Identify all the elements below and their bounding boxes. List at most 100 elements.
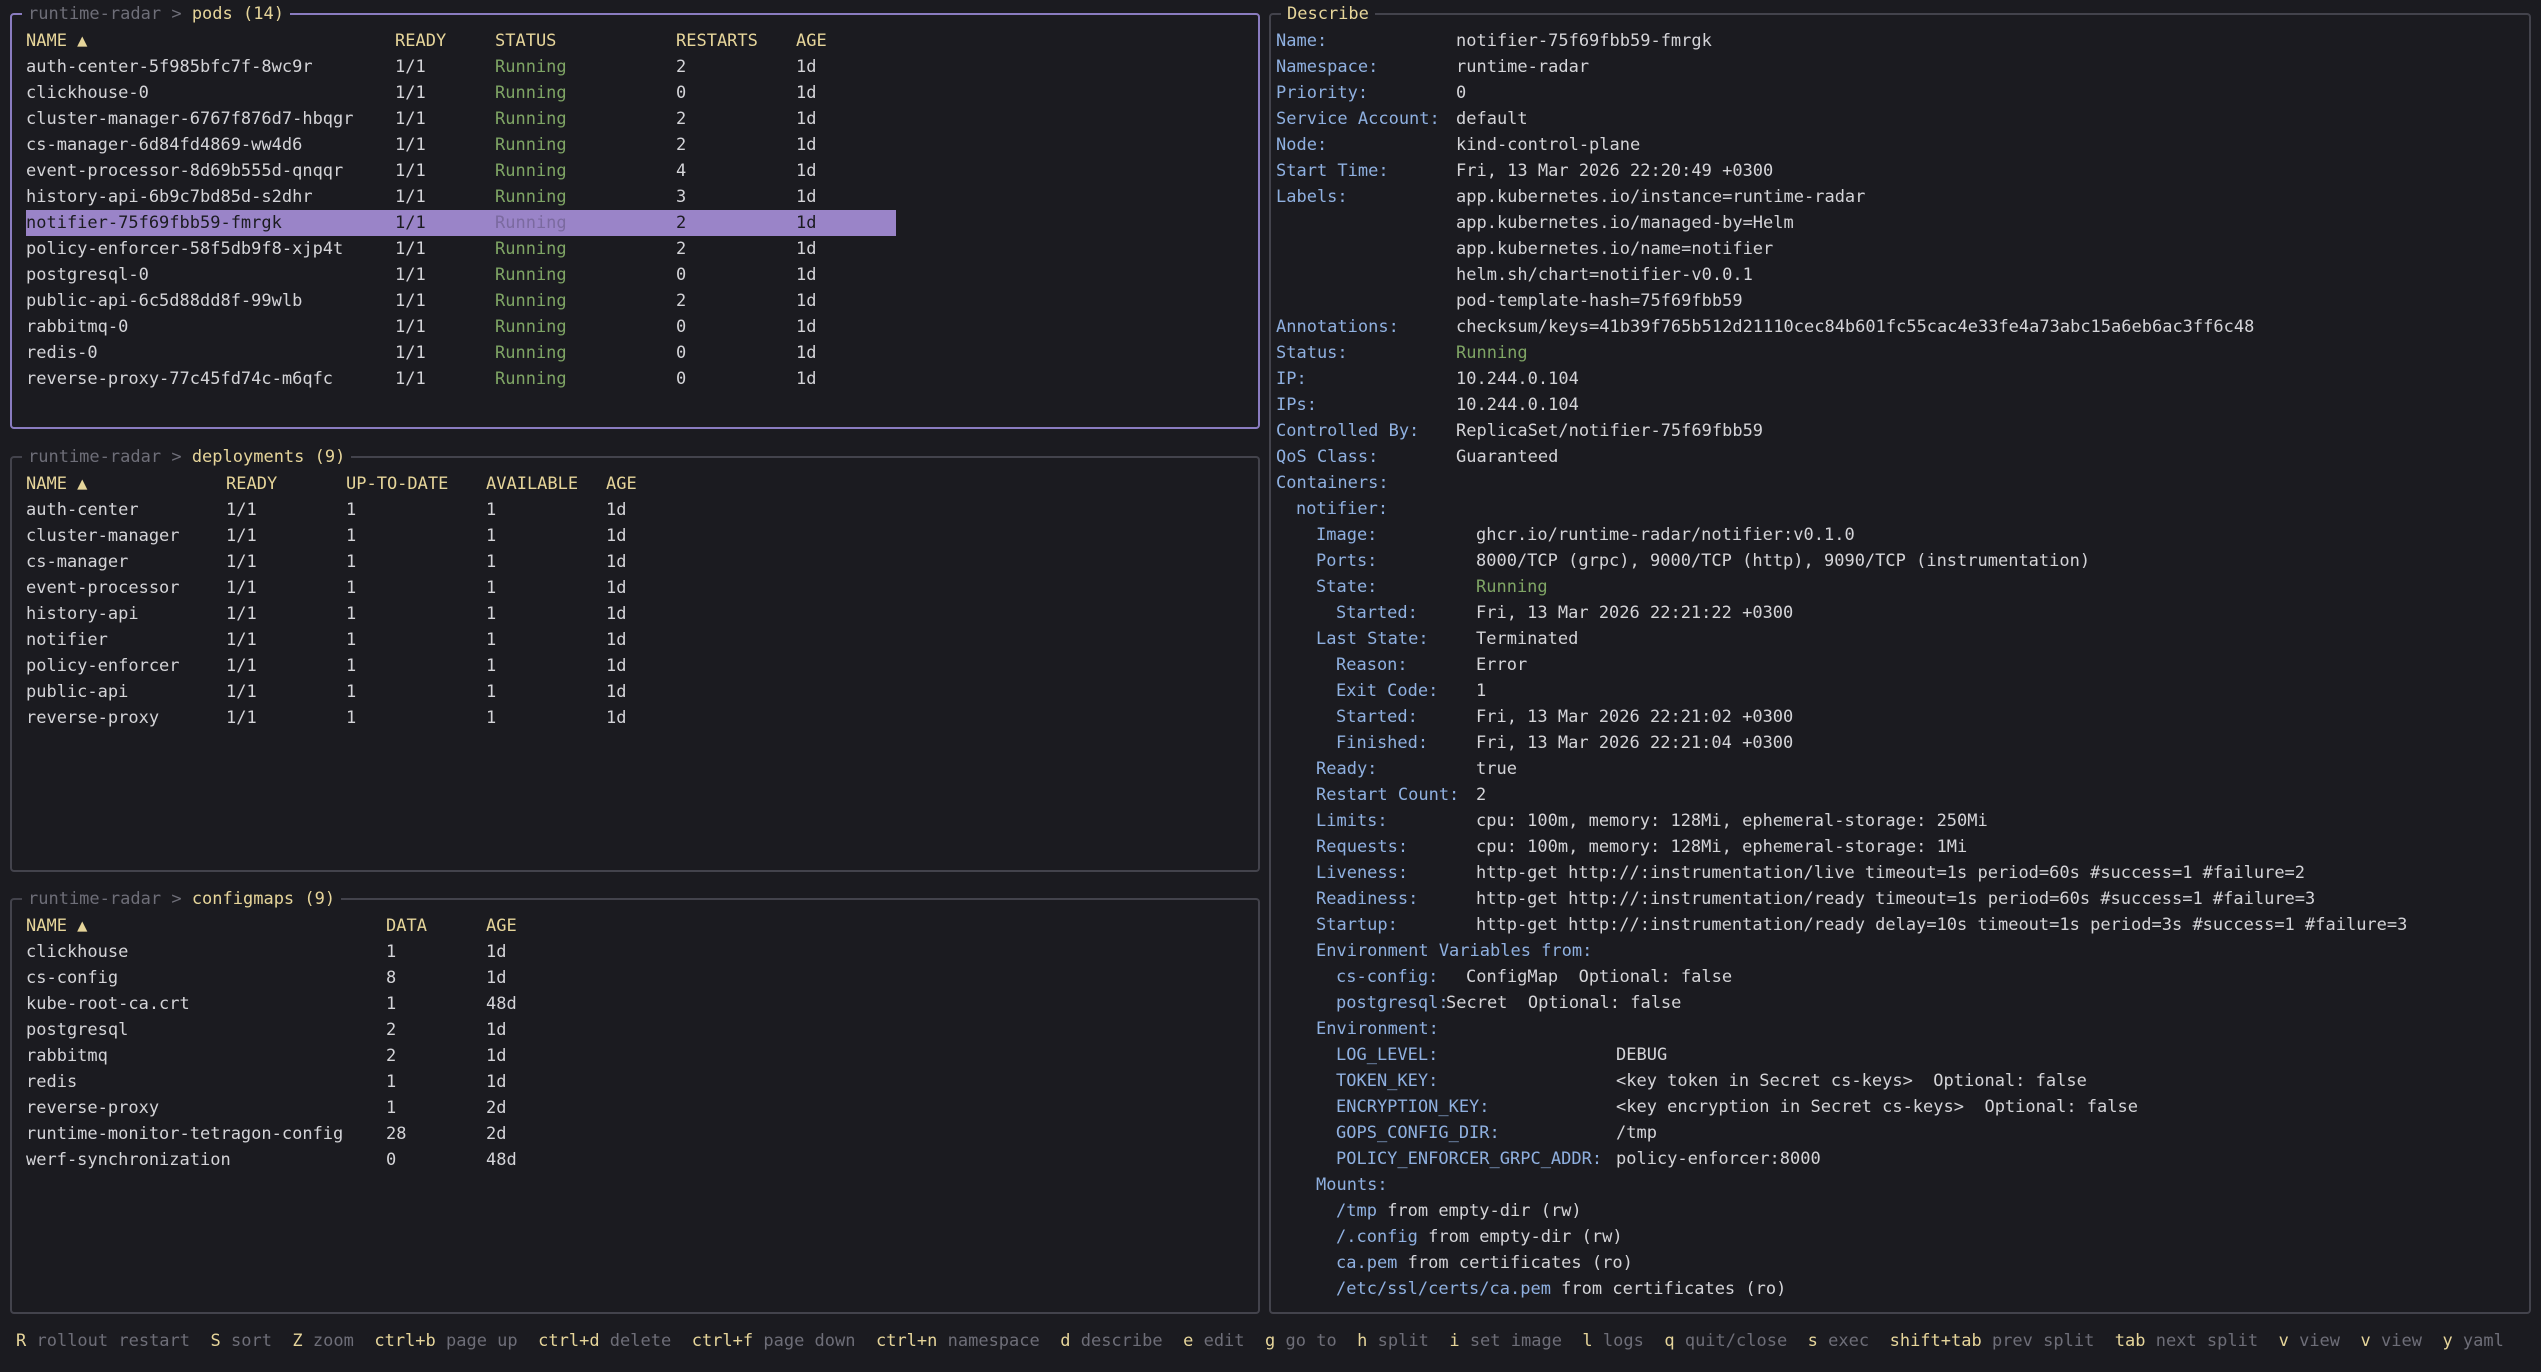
column-header[interactable]: NAME ▲ <box>26 913 87 939</box>
table-cell: Running <box>495 83 567 103</box>
column-header[interactable]: AGE <box>796 28 827 54</box>
table-row[interactable]: runtime-monitor-tetragon-config 28 2d <box>12 1121 1258 1147</box>
column-header[interactable]: NAME ▲ <box>26 471 87 497</box>
keybinding-key: shift+tab <box>1889 1331 1982 1351</box>
table-cell: 1d <box>486 1046 507 1066</box>
table-cell: 1 <box>346 526 357 546</box>
configmaps-panel[interactable]: runtime-radar > configmaps (9) NAME ▲ DAT… <box>10 887 1260 1314</box>
table-cell: 1d <box>796 265 817 285</box>
describe-key: GOPS_CONFIG_DIR: <box>1336 1123 1500 1143</box>
keybinding-item[interactable]: ctrl+f page down <box>692 1331 876 1351</box>
keybinding-key: Z <box>292 1331 303 1351</box>
column-header[interactable]: READY <box>395 28 446 54</box>
keybinding-item[interactable]: tab next split <box>2115 1331 2279 1351</box>
describe-value: app.kubernetes.io/managed-by=Helm <box>1456 213 1794 233</box>
table-row[interactable]: kube-root-ca.crt 1 48d <box>12 991 1258 1017</box>
table-row[interactable]: reverse-proxy 1 2d <box>12 1095 1258 1121</box>
table-row[interactable]: redis 1 1d <box>12 1069 1258 1095</box>
describe-value: kind-control-plane <box>1456 135 1641 155</box>
keybinding-item[interactable]: ctrl+b page up <box>374 1331 538 1351</box>
column-header[interactable]: UP-TO-DATE <box>346 471 448 497</box>
table-row[interactable]: auth-center 1/1 1 1 1d <box>12 497 1258 523</box>
table-row[interactable]: redis-0 1/1 Running 0 1d <box>12 340 1258 366</box>
resource-name: configmaps <box>191 889 295 909</box>
table-cell: public-api <box>26 682 129 702</box>
table-cell: 1d <box>796 291 817 311</box>
keybinding-item[interactable]: i set image <box>1449 1331 1582 1351</box>
keybinding-item[interactable]: R rollout restart <box>16 1331 211 1351</box>
column-header[interactable]: STATUS <box>495 28 556 54</box>
table-cell: cs-manager-6d84fd4869-ww4d6 <box>26 135 303 155</box>
keybinding-key: v <box>2360 1331 2371 1351</box>
pods-panel[interactable]: runtime-radar > pods (14) NAME ▲ READY STA… <box>10 2 1260 429</box>
table-row[interactable]: cluster-manager-6767f876d7-hbqgr 1/1 Runni… <box>12 106 1258 132</box>
table-row[interactable]: reverse-proxy 1/1 1 1 1d <box>12 705 1258 731</box>
table-cell: 1/1 <box>395 83 426 103</box>
keybinding-item[interactable]: s exec <box>1808 1331 1890 1351</box>
describe-key: Annotations: <box>1276 317 1399 337</box>
keybinding-key: v <box>2278 1331 2289 1351</box>
column-header[interactable]: READY <box>226 471 277 497</box>
describe-panel[interactable]: Describe Name: notifier-75f69fbb59-fmrgk N… <box>1269 2 2531 1314</box>
table-cell: 1 <box>486 604 497 624</box>
table-row[interactable]: cs-config 8 1d <box>12 965 1258 991</box>
table-row[interactable]: cs-manager-6d84fd4869-ww4d6 1/1 Running 2 1d <box>12 132 1258 158</box>
column-header[interactable]: RESTARTS <box>676 28 758 54</box>
table-row[interactable]: history-api 1/1 1 1 1d <box>12 601 1258 627</box>
describe-key: Start Time: <box>1276 161 1389 181</box>
table-row[interactable]: cs-manager 1/1 1 1 1d <box>12 549 1258 575</box>
table-cell: 1/1 <box>395 369 426 389</box>
table-row[interactable]: werf-synchronization 0 48d <box>12 1147 1258 1173</box>
keybinding-item[interactable]: v view <box>2279 1331 2361 1351</box>
table-row[interactable]: public-api-6c5d88dd8f-99wlb 1/1 Running 2 1d <box>12 288 1258 314</box>
column-header[interactable]: AGE <box>486 913 517 939</box>
table-cell: 1/1 <box>226 682 257 702</box>
mount-path: /.config <box>1336 1227 1418 1247</box>
table-row[interactable]: policy-enforcer-58f5db9f8-xjp4t 1/1 Runnin… <box>12 236 1258 262</box>
table-row[interactable]: rabbitmq 2 1d <box>12 1043 1258 1069</box>
mount-line: /tmp from empty-dir (rw) <box>1336 1198 1582 1224</box>
keybinding-item[interactable]: d describe <box>1060 1331 1183 1351</box>
table-row[interactable]: event-processor 1/1 1 1 1d <box>12 575 1258 601</box>
column-header[interactable]: NAME ▲ <box>26 28 87 54</box>
table-row[interactable]: clickhouse-0 1/1 Running 0 1d <box>12 80 1258 106</box>
table-row[interactable]: reverse-proxy-77c45fd74c-m6qfc 1/1 Running… <box>12 366 1258 392</box>
keybinding-item[interactable]: ctrl+d delete <box>538 1331 692 1351</box>
keybinding-item[interactable]: h split <box>1357 1331 1449 1351</box>
keybinding-item[interactable]: g go to <box>1265 1331 1357 1351</box>
keybinding-item[interactable]: Z zoom <box>292 1331 374 1351</box>
table-row[interactable]: notifier-75f69fbb59-fmrgk 1/1 Running 2 1d <box>26 210 896 236</box>
table-row[interactable]: postgresql 2 1d <box>12 1017 1258 1043</box>
table-row[interactable]: clickhouse 1 1d <box>12 939 1258 965</box>
keybinding-item[interactable]: S sort <box>211 1331 293 1351</box>
keybinding-item[interactable]: v view <box>2361 1331 2443 1351</box>
table-cell: 1/1 <box>395 239 426 259</box>
table-cell: 1 <box>346 552 357 572</box>
table-cell: 1 <box>486 526 497 546</box>
table-cell: 1 <box>486 500 497 520</box>
keybinding-item[interactable]: l logs <box>1582 1331 1664 1351</box>
keybinding-item[interactable]: ctrl+n namespace <box>876 1331 1060 1351</box>
keybinding-item[interactable]: shift+tab prev split <box>1890 1331 2115 1351</box>
keybinding-item[interactable]: q quit/close <box>1664 1331 1807 1351</box>
table-row[interactable]: notifier 1/1 1 1 1d <box>12 627 1258 653</box>
table-row[interactable]: history-api-6b9c7bd85d-s2dhr 1/1 Running 3 1… <box>12 184 1258 210</box>
table-row[interactable]: auth-center-5f985bfc7f-8wc9r 1/1 Running 2 1… <box>12 54 1258 80</box>
column-header[interactable]: AGE <box>606 471 637 497</box>
table-row[interactable]: policy-enforcer 1/1 1 1 1d <box>12 653 1258 679</box>
column-header[interactable]: DATA <box>386 913 427 939</box>
describe-value: 8000/TCP (grpc), 9000/TCP (http), 9090/T… <box>1476 551 2091 571</box>
keybinding-item[interactable]: e edit <box>1183 1331 1265 1351</box>
describe-key: Startup: <box>1316 915 1398 935</box>
table-row[interactable]: event-processor-8d69b555d-qnqqr 1/1 Runnin… <box>12 158 1258 184</box>
keybinding-key: h <box>1357 1331 1368 1351</box>
keybinding-item[interactable]: y yaml <box>2442 1331 2503 1351</box>
table-row[interactable]: postgresql-0 1/1 Running 0 1d <box>12 262 1258 288</box>
keybinding-key: ctrl+f <box>691 1331 754 1351</box>
table-row[interactable]: public-api 1/1 1 1 1d <box>12 679 1258 705</box>
table-row[interactable]: cluster-manager 1/1 1 1 1d <box>12 523 1258 549</box>
column-header[interactable]: AVAILABLE <box>486 471 578 497</box>
deployments-panel[interactable]: runtime-radar > deployments (9) NAME ▲ RE… <box>10 445 1260 872</box>
table-row[interactable]: rabbitmq-0 1/1 Running 0 1d <box>12 314 1258 340</box>
table-cell: Running <box>495 135 567 155</box>
